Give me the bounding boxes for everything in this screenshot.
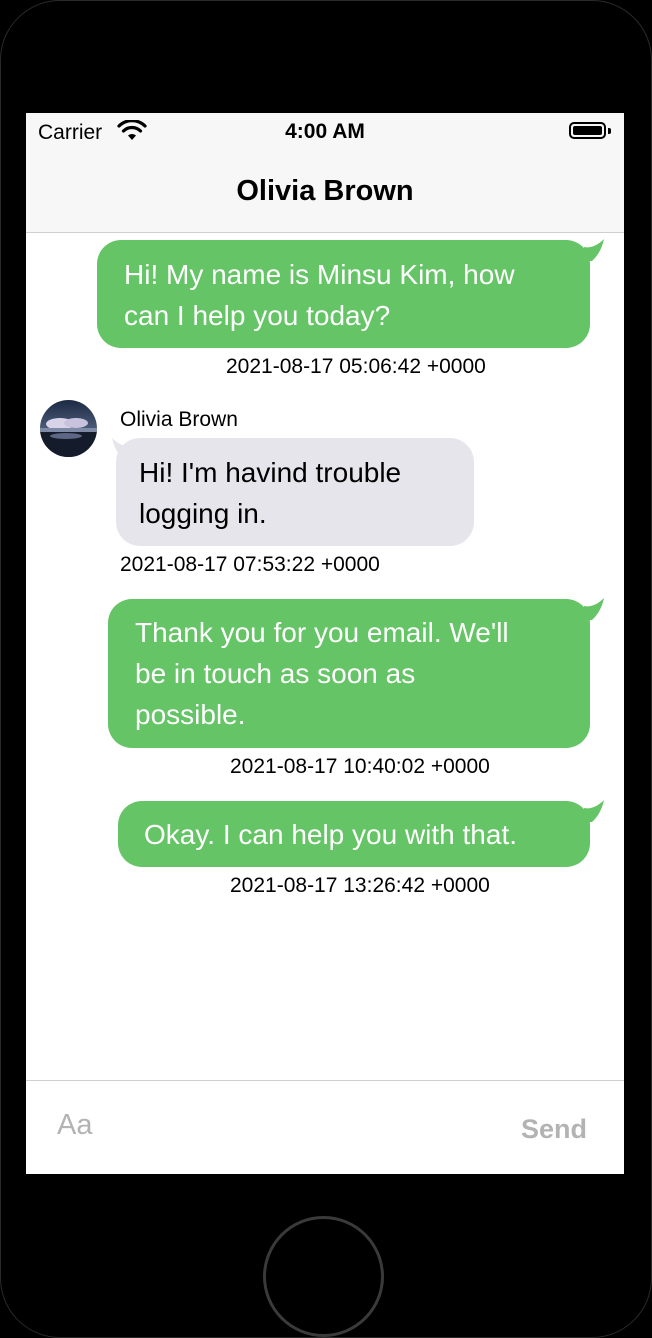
home-button[interactable] bbox=[263, 1216, 384, 1337]
message-timestamp: 2021-08-17 13:26:42 +0000 bbox=[230, 874, 490, 897]
avatar-icon[interactable] bbox=[40, 400, 97, 457]
chat-screen: Carrier 4:00 AM Olivia Brown Hi! My name… bbox=[26, 113, 624, 1174]
battery-tip bbox=[608, 128, 611, 134]
phone-device: Carrier 4:00 AM Olivia Brown Hi! My name… bbox=[0, 0, 652, 1338]
message-text-line: logging in. bbox=[139, 498, 267, 529]
message-timestamp: 2021-08-17 05:06:42 +0000 bbox=[226, 355, 486, 378]
sender-name: Olivia Brown bbox=[120, 408, 238, 431]
send-button[interactable]: Send bbox=[521, 1114, 587, 1145]
status-time: 4:00 AM bbox=[285, 120, 365, 143]
message-timestamp: 2021-08-17 07:53:22 +0000 bbox=[120, 553, 380, 576]
message-timestamp: 2021-08-17 10:40:02 +0000 bbox=[230, 755, 490, 778]
message-bubble-outgoing[interactable]: Hi! My name is Minsu Kim, how can I help… bbox=[97, 240, 590, 348]
message-text-line: can I help you today? bbox=[124, 300, 391, 331]
message-text-line: Hi! My name is Minsu Kim, how bbox=[124, 259, 515, 290]
navigation-bar: Carrier 4:00 AM Olivia Brown bbox=[26, 113, 624, 233]
message-bubble-outgoing[interactable]: Okay. I can help you with that. bbox=[118, 801, 590, 867]
message-text-line: possible. bbox=[135, 699, 246, 730]
message-input[interactable]: Aa bbox=[57, 1109, 92, 1142]
battery-icon bbox=[569, 122, 606, 139]
message-text-line: Okay. I can help you with that. bbox=[144, 819, 518, 850]
message-text-line: be in touch as soon as bbox=[135, 658, 416, 689]
chat-title: Olivia Brown bbox=[236, 175, 414, 207]
message-input-bar: Aa Send bbox=[26, 1080, 624, 1174]
status-bar: Carrier 4:00 AM bbox=[26, 113, 624, 153]
message-text-line: Hi! I'm havind trouble bbox=[139, 457, 402, 488]
message-bubble-outgoing[interactable]: Thank you for you email. We'll be in tou… bbox=[108, 599, 590, 748]
message-text-line: Thank you for you email. We'll bbox=[135, 617, 509, 648]
message-bubble-incoming[interactable]: Hi! I'm havind trouble logging in. bbox=[116, 438, 474, 546]
